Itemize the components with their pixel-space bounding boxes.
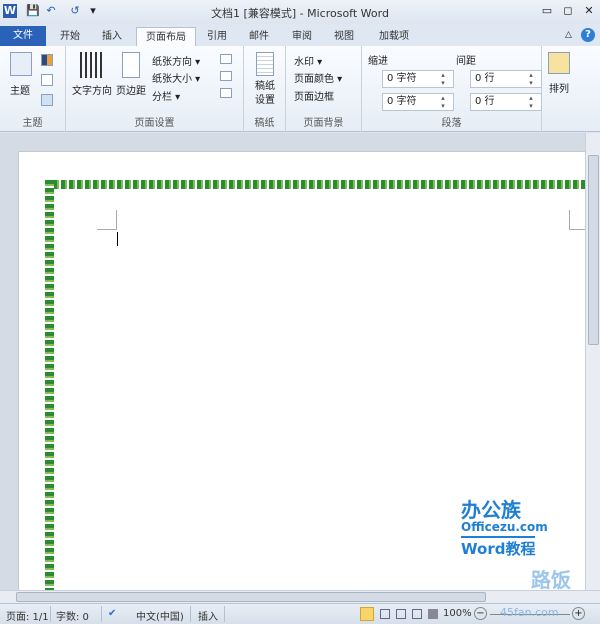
group-label-page-background: 页面背景: [303, 118, 344, 129]
page-border-top: [45, 180, 586, 189]
indent-left-input[interactable]: 0 字符: [382, 70, 454, 88]
insert-mode[interactable]: 插入: [198, 608, 218, 623]
status-bar: 页面: 1/1 字数: 0 ✔ 中文(中国) 插入 100% − 45fan.c…: [0, 603, 600, 624]
indent-right-input[interactable]: 0 字符: [382, 93, 454, 111]
manuscript-setup-button[interactable]: 稿纸设置: [252, 80, 278, 108]
group-manuscript: 稿纸设置 稿纸: [244, 46, 286, 132]
margins-button[interactable]: 页边距: [116, 82, 146, 97]
ribbon: 主题 主题 文字方向 页边距 纸张方向 ▾ 纸张大小 ▾ 分栏 ▾ 页面设置 稿…: [0, 46, 600, 132]
document-area: 办公族 Officezu.com Word教程 路饭网: [0, 133, 586, 621]
spacing-label: 间距: [456, 56, 476, 67]
theme-colors-icon[interactable]: [41, 54, 53, 66]
arrange-icon: [548, 52, 570, 74]
group-label-manuscript: 稿纸: [254, 118, 275, 129]
restore-button[interactable]: ◻: [561, 4, 575, 18]
tab-mailings[interactable]: 邮件: [242, 27, 276, 46]
group-page-background: 水印 ▾ 页面颜色 ▾ 页面边框 页面背景: [286, 46, 362, 132]
page-count[interactable]: 页面: 1/1: [6, 608, 49, 623]
full-screen-view-icon[interactable]: [380, 609, 390, 619]
theme-effects-icon[interactable]: [41, 94, 53, 106]
size-button[interactable]: 纸张大小 ▾: [152, 70, 200, 85]
group-page-setup: 文字方向 页边距 纸张方向 ▾ 纸张大小 ▾ 分栏 ▾ 页面设置: [66, 46, 244, 132]
breaks-icon[interactable]: [220, 54, 232, 64]
outline-view-icon[interactable]: [412, 609, 422, 619]
tab-view[interactable]: 视图: [327, 27, 361, 46]
group-label-themes: 主题: [22, 118, 43, 129]
print-layout-view-icon[interactable]: [360, 607, 374, 621]
themes-button[interactable]: 主题: [10, 82, 30, 97]
margins-icon: [122, 52, 140, 78]
group-paragraph: 缩进 间距 0 字符 0 字符 0 行 0 行 段落: [362, 46, 542, 132]
spacing-before-input[interactable]: 0 行: [470, 70, 542, 88]
margin-corner-mark: [569, 210, 586, 230]
watermark-brand: 办公族: [461, 498, 521, 522]
spacing-after-input[interactable]: 0 行: [470, 93, 542, 111]
window-title: 文档1 [兼容模式] - Microsoft Word: [211, 7, 389, 20]
themes-icon[interactable]: [10, 52, 32, 76]
text-direction-icon: [80, 52, 102, 78]
hscroll-thumb[interactable]: [16, 592, 486, 602]
web-layout-view-icon[interactable]: [396, 609, 406, 619]
text-cursor: [117, 232, 118, 246]
zoom-in-button[interactable]: +: [572, 607, 585, 620]
tab-home[interactable]: 开始: [52, 27, 88, 46]
tab-file[interactable]: 文件: [0, 26, 46, 46]
tab-insert[interactable]: 插入: [94, 27, 130, 46]
tab-page-layout[interactable]: 页面布局: [136, 27, 196, 46]
group-themes: 主题 主题: [0, 46, 66, 132]
draft-view-icon[interactable]: [428, 609, 438, 619]
watermark-subtitle: Word教程: [461, 536, 536, 559]
horizontal-scrollbar[interactable]: [0, 590, 600, 603]
group-label-page-setup: 页面设置: [134, 118, 175, 129]
help-icon[interactable]: ?: [581, 28, 595, 42]
proofing-icon[interactable]: ✔: [108, 608, 116, 619]
document-page[interactable]: 办公族 Officezu.com Word教程 路饭网: [18, 151, 586, 621]
language[interactable]: 中文(中国): [136, 608, 184, 623]
vertical-scrollbar[interactable]: [585, 133, 600, 590]
hyphenation-icon[interactable]: [220, 88, 232, 98]
page-color-button[interactable]: 页面颜色 ▾: [294, 70, 342, 85]
tab-addins[interactable]: 加载项: [372, 27, 416, 46]
arrange-button[interactable]: 排列: [549, 80, 569, 95]
word-count[interactable]: 字数: 0: [56, 608, 89, 623]
page-borders-button[interactable]: 页面边框: [294, 88, 334, 103]
minimize-button[interactable]: ▭: [540, 4, 554, 18]
zoom-out-button[interactable]: −: [474, 607, 487, 620]
scroll-thumb[interactable]: [588, 155, 599, 345]
zoom-level[interactable]: 100%: [443, 608, 472, 619]
margin-corner-mark: [97, 210, 117, 230]
group-arrange: 排列: [542, 46, 576, 132]
watermark-button[interactable]: 水印 ▾: [294, 53, 322, 68]
columns-button[interactable]: 分栏 ▾: [152, 88, 180, 103]
theme-fonts-icon[interactable]: [41, 74, 53, 86]
page-border-left: [45, 180, 54, 591]
close-button[interactable]: ✕: [582, 4, 596, 18]
line-numbers-icon[interactable]: [220, 71, 232, 81]
orientation-button[interactable]: 纸张方向 ▾: [152, 53, 200, 68]
watermark-url2: 45fan.com: [500, 606, 559, 619]
collapse-ribbon-icon[interactable]: △: [565, 30, 572, 40]
manuscript-icon: [256, 52, 274, 76]
indent-label: 缩进: [368, 56, 388, 67]
group-label-paragraph: 段落: [441, 118, 462, 129]
tab-review[interactable]: 审阅: [285, 27, 319, 46]
ribbon-tabs: 文件 开始 插入 页面布局 引用 邮件 审阅 视图 加载项 △ ?: [0, 24, 600, 46]
watermark-url: Officezu.com: [461, 520, 548, 534]
title-bar: W 💾 ↶ ↺ ▾ 文档1 [兼容模式] - Microsoft Word ▭ …: [0, 0, 600, 24]
tab-references[interactable]: 引用: [200, 27, 234, 46]
text-direction-button[interactable]: 文字方向: [72, 82, 112, 97]
